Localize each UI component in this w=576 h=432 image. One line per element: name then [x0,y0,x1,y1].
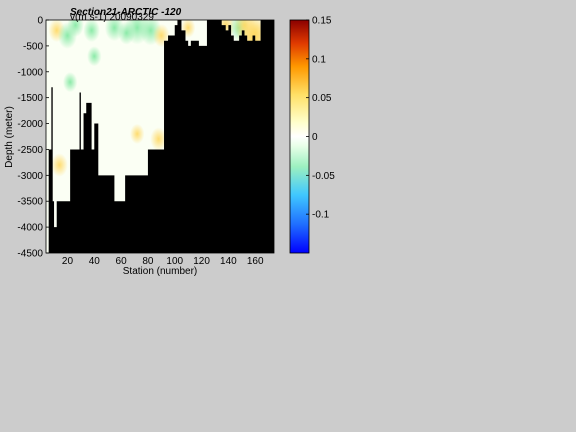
y-axis-ticks: 0 -500 -1000 -1500 -2000 -2500 -3000 -3500 -4000… [17,16,49,260]
chart-subtitle: v(m s-1) 20090329 [70,12,154,23]
anomaly-17 [62,72,78,93]
x-tick-label: 20 [62,256,74,267]
y-tick-label: -3000 [17,171,43,182]
y-tick-label: -3500 [17,197,43,208]
y-tick-label: -500 [23,41,43,52]
colorbar-tick-label: -0.1 [312,210,330,221]
colorbar-tick-label: 0.05 [312,93,332,104]
colorbar-ticks: 0.15 0.1 0.05 0 -0.05 -0.1 [306,16,335,221]
y-tick-label: -1000 [17,67,43,78]
y-tick-label: -4500 [17,249,43,260]
colorbar-tick-label: 0 [312,132,318,143]
x-tick-label: 160 [247,256,264,267]
colorbar: 0.15 0.1 0.05 0 -0.05 -0.1 [289,16,335,254]
y-axis-label: Depth (meter) [4,106,15,168]
x-axis-label: Station (number) [123,266,197,277]
y-tick-label: -2000 [17,119,43,130]
colorbar-tick-label: 0.15 [312,16,332,27]
colorbar-tick-label: 0.1 [312,54,326,65]
anomaly-4 [87,46,102,67]
main-axes: 0 -500 -1000 -1500 -2000 -2500 -3000 -3500 -4000… [4,7,275,277]
colorbar-tick-label: -0.05 [312,171,335,182]
y-tick-label: -4000 [17,223,43,234]
anomaly-18 [130,123,145,144]
figure: 0 -500 -1000 -1500 -2000 -2500 -3000 -3500 -4000… [4,7,335,277]
x-tick-label: 40 [89,256,101,267]
anomaly-16 [51,153,68,177]
y-tick-label: 0 [37,16,43,27]
y-tick-label: -1500 [17,93,43,104]
x-tick-label: 140 [220,256,237,267]
y-tick-label: -2500 [17,145,43,156]
